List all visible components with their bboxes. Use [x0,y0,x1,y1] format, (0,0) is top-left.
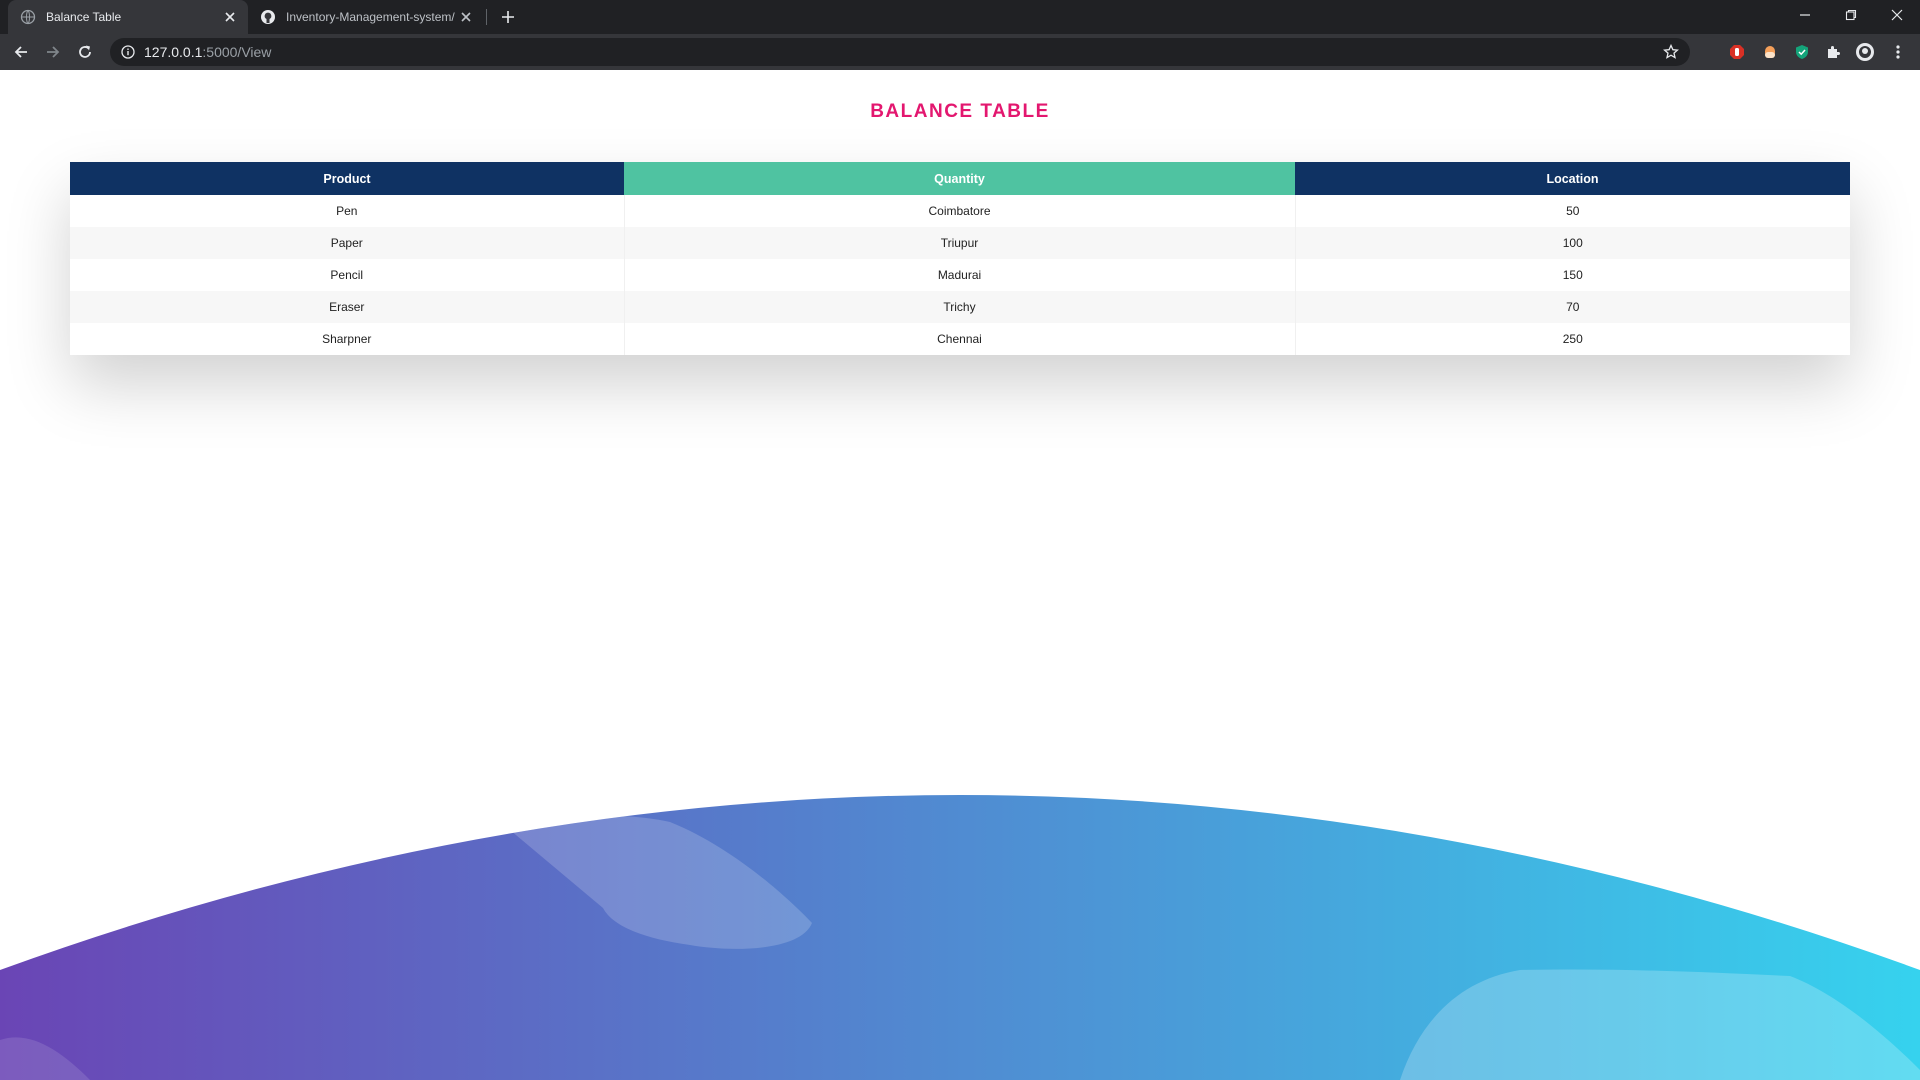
table-row: Pen Coimbatore 50 [70,195,1850,227]
extension-orange-icon[interactable] [1760,42,1780,62]
address-bar[interactable]: 127.0.0.1:5000/View [110,38,1690,66]
github-icon [260,9,276,25]
tab-title: Inventory-Management-system/ [286,10,455,24]
cell-quantity: Triupur [624,227,1296,259]
cell-location: 50 [1566,204,1580,218]
profile-avatar-icon[interactable] [1855,42,1875,62]
column-header-quantity: Quantity [624,162,1295,195]
url-path: :5000/View [202,44,272,60]
menu-kebab-icon[interactable] [1888,42,1908,62]
column-header-product: Product [70,162,624,195]
table-row: Pencil Madurai 150 [70,259,1850,291]
close-window-icon[interactable] [1874,0,1920,30]
cell-product: Pen [70,195,625,227]
cell-product: Sharpner [70,323,625,355]
tab-inventory-management[interactable]: Inventory-Management-system/ [248,0,484,34]
table-row: Eraser Trichy 70 [70,291,1850,323]
cell-location: 250 [1562,332,1583,346]
cell-quantity: Chennai [624,323,1296,355]
page-content: BALANCE TABLE Product Quantity Location … [0,70,1920,1080]
cell-location: 150 [1562,268,1583,282]
back-icon[interactable] [9,40,33,64]
site-info-icon[interactable] [120,44,136,60]
table-row: Paper Triupur 100 [70,227,1850,259]
cell-quantity: Madurai [624,259,1296,291]
table-row: Sharpner Chennai 250 [70,323,1850,355]
minimize-icon[interactable] [1782,0,1828,30]
bookmark-star-icon[interactable] [1662,43,1680,61]
balance-table: Product Quantity Location Pen Coimbatore… [70,162,1850,355]
cell-location: 70 [1295,291,1850,323]
close-tab-icon[interactable] [458,9,474,25]
page-title: BALANCE TABLE [870,101,1050,122]
shield-extension-icon[interactable] [1792,42,1812,62]
url-host: 127.0.0.1 [144,44,203,60]
new-tab-icon[interactable] [498,7,518,27]
close-tab-icon[interactable] [222,9,238,25]
cell-product: Paper [70,227,625,259]
forward-icon[interactable] [41,40,65,64]
globe-icon [20,9,36,25]
table-header-row: Product Quantity Location [70,162,1850,195]
tab-title: Balance Table [46,10,122,24]
cell-location: 100 [1295,227,1850,259]
tab-balance-table[interactable]: Balance Table [8,0,248,34]
cell-product: Eraser [70,291,625,323]
restore-icon[interactable] [1828,0,1874,30]
cell-product: Pencil [70,259,625,291]
balance-table-container: Product Quantity Location Pen Coimbatore… [70,162,1850,355]
browser-toolbar: 127.0.0.1:5000/View [0,34,1920,70]
cell-quantity: Trichy [624,291,1296,323]
cell-quantity: Coimbatore [624,195,1296,227]
tab-separator [486,9,487,25]
browser-tab-strip: Balance Table Inventory-Management-syste… [0,0,1920,34]
reload-icon[interactable] [73,40,97,64]
extensions-puzzle-icon[interactable] [1823,42,1843,62]
column-header-location: Location [1295,162,1850,195]
adblock-extension-icon[interactable] [1727,42,1747,62]
